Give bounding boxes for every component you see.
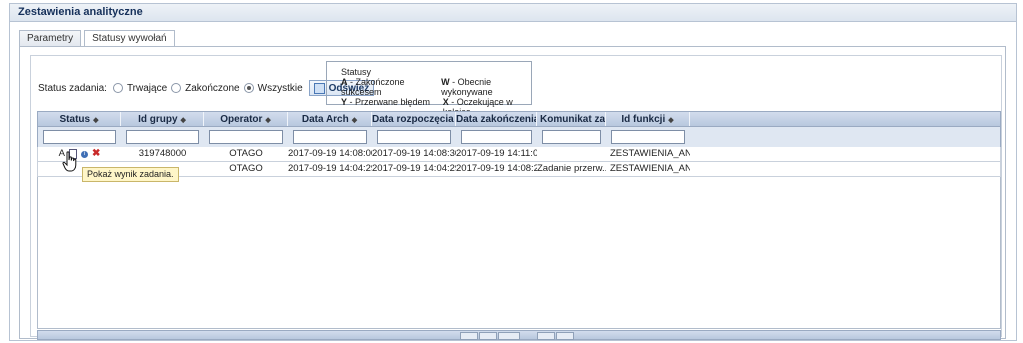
column-header-komunikat[interactable]: Komunikat zakończenia <box>537 112 606 126</box>
cell-data-zakonczenia: 2017-09-19 14:11:06 <box>456 148 537 159</box>
grid-rows: A i ✖ 319748000 OTAGO 2017-09-19 14:08:0… <box>37 147 1001 177</box>
hand-cursor-icon <box>62 151 77 172</box>
prev-page-button[interactable] <box>479 332 497 340</box>
column-header-status[interactable]: Status ◆ <box>38 112 121 126</box>
grid-pager <box>37 330 1001 340</box>
filter-status <box>38 127 121 147</box>
legend-text-w: - Obecnie wykonywane <box>441 77 493 97</box>
cell-data-rozpoczecia: 2017-09-19 14:08:30 <box>372 148 456 159</box>
radio-icon <box>171 83 182 93</box>
filter-operator <box>204 127 288 147</box>
column-header-data-arch[interactable]: Data Arch ◆ <box>288 112 372 126</box>
filter-komunikat <box>537 127 606 147</box>
cell-id-funkcji: ZESTAWIENIA_AN... <box>610 148 690 159</box>
status-filter: Status zadania: Trwające Zakończone Wszy… <box>38 80 375 96</box>
page-number-field[interactable] <box>498 332 520 340</box>
cell-data-zakonczenia: 2017-09-19 14:08:25 <box>456 163 537 174</box>
window-title: Zestawienia analityczne <box>10 4 1016 22</box>
delete-icon[interactable]: ✖ <box>92 149 100 159</box>
sort-icon: ◆ <box>180 117 186 124</box>
column-header-filler <box>690 112 1000 126</box>
filter-id-funkcji <box>606 127 690 147</box>
last-page-button[interactable] <box>556 332 574 340</box>
cell-operator: OTAGO <box>229 163 263 174</box>
filter-id-grupy <box>121 127 204 147</box>
legend-text-y: - Przerwane błędem <box>347 97 431 107</box>
column-header-id-funkcji[interactable]: Id funkcji ◆ <box>606 112 690 126</box>
cell-komunikat: Zadanie przerw... <box>537 163 606 174</box>
tooltip: Pokaż wynik zadania. <box>82 167 179 182</box>
radio-wszystkie[interactable]: Wszystkie <box>243 82 303 94</box>
radio-icon <box>243 83 254 93</box>
sort-icon: ◆ <box>93 117 99 124</box>
filter-komunikat-input[interactable] <box>542 130 601 144</box>
cell-data-rozpoczecia: 2017-09-19 14:04:29 <box>372 163 456 174</box>
filter-operator-input[interactable] <box>209 130 283 144</box>
filter-id-grupy-input[interactable] <box>126 130 199 144</box>
radio-trwajace[interactable]: Trwające <box>112 82 168 94</box>
filter-status-input[interactable] <box>43 130 116 144</box>
filter-data-zakonczenia <box>456 127 537 147</box>
tab-statusy[interactable]: Statusy wywołań <box>84 30 175 47</box>
status-legend: Statusy A - Zakończone sukcesem W - Obec… <box>326 61 532 117</box>
grid-header: Status ◆ Id grupy ◆ Operator ◆ Data Arch ◆ D… <box>37 111 1001 127</box>
tab-parametry[interactable]: Parametry <box>19 30 82 46</box>
filter-data-zakonczenia-input[interactable] <box>461 130 532 144</box>
cell-id-grupy: 319748000 <box>138 148 187 159</box>
tab-bar: Parametry Statusy wywołań <box>19 30 178 47</box>
table-row[interactable]: OTAGO 2017-09-19 14:04:29 2017-09-19 14:… <box>38 162 1000 177</box>
sort-icon: ◆ <box>351 117 358 124</box>
legend-title: Statusy <box>341 67 372 77</box>
column-header-data-rozpoczecia[interactable]: Data rozpoczęcia◆ <box>372 112 456 126</box>
column-header-data-zakonczenia[interactable]: Data zakończenia◆ <box>456 112 537 126</box>
filter-data-rozpoczecia <box>372 127 456 147</box>
cell-data-arch: 2017-09-19 14:04:29 <box>288 163 372 174</box>
radio-label: Zakończone <box>185 82 240 94</box>
info-icon[interactable]: i <box>80 150 88 158</box>
cell-status: A i ✖ <box>38 147 121 161</box>
jobs-grid: Status ◆ Id grupy ◆ Operator ◆ Data Arch ◆ D… <box>37 111 1001 177</box>
cell-id-funkcji: ZESTAWIENIA_AN... <box>610 163 690 174</box>
cell-operator: OTAGO <box>229 148 263 159</box>
legend-text-a: - Zakończone sukcesem <box>341 77 405 97</box>
filter-data-rozpoczecia-input[interactable] <box>377 130 451 144</box>
legend-key-w: W <box>441 77 450 87</box>
filter-id-funkcji-input[interactable] <box>611 130 685 144</box>
first-page-button[interactable] <box>460 332 478 340</box>
status-filter-label: Status zadania: <box>38 82 107 94</box>
radio-label: Wszystkie <box>257 82 303 94</box>
grid-filter-row <box>37 127 1001 147</box>
sort-icon: ◆ <box>265 117 271 124</box>
next-page-button[interactable] <box>537 332 555 340</box>
filter-data-arch-input[interactable] <box>293 130 367 144</box>
cell-komunikat <box>537 147 606 161</box>
sort-icon: ◆ <box>668 117 674 124</box>
table-row[interactable]: A i ✖ 319748000 OTAGO 2017-09-19 14:08:0… <box>38 147 1000 162</box>
radio-zakonczone[interactable]: Zakończone <box>171 82 240 94</box>
radio-icon <box>112 83 123 93</box>
column-header-id-grupy[interactable]: Id grupy ◆ <box>121 112 204 126</box>
filter-data-arch <box>288 127 372 147</box>
column-header-operator[interactable]: Operator ◆ <box>204 112 288 126</box>
cell-data-arch: 2017-09-19 14:08:00 <box>288 148 372 159</box>
refresh-icon <box>313 82 325 94</box>
radio-label: Trwające <box>126 82 168 94</box>
